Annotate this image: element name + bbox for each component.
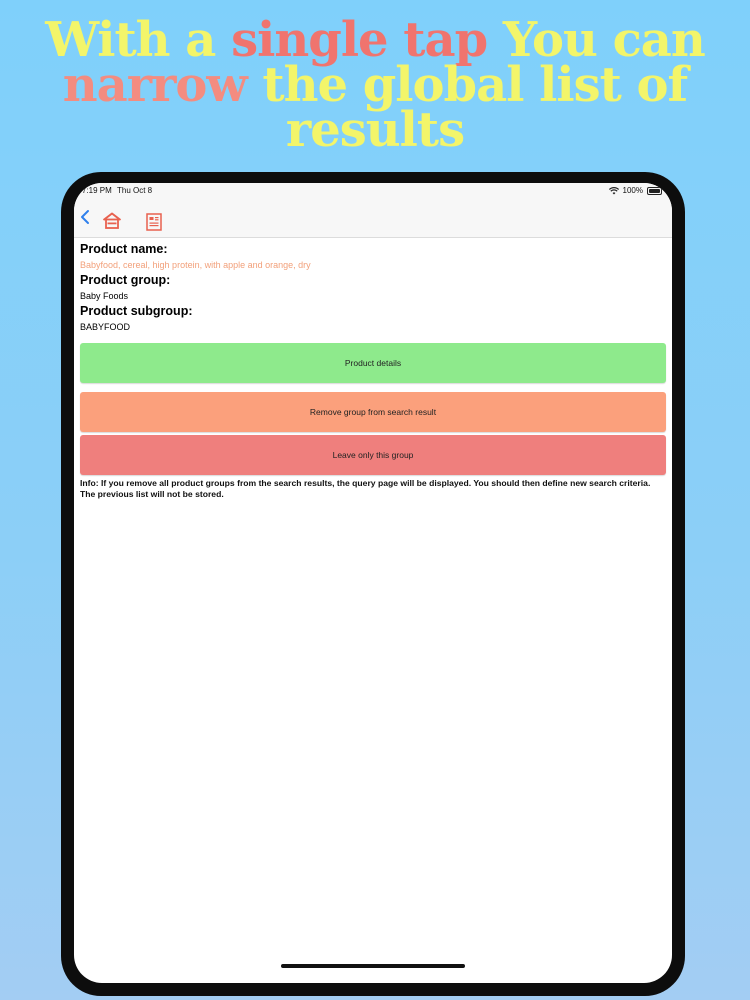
product-group-value: Baby Foods bbox=[80, 291, 129, 301]
product-detail-content: Product name: Babyfood, cereal, high pro… bbox=[80, 241, 668, 500]
product-subgroup-value: BABYFOOD bbox=[80, 322, 131, 332]
product-details-button[interactable]: Product details bbox=[80, 343, 666, 383]
headline-line-3: results bbox=[285, 102, 465, 158]
promo-headline: With a single tap You can narrow the glo… bbox=[0, 16, 750, 158]
home-icon bbox=[102, 212, 122, 229]
info-text: Info: If you remove all product groups f… bbox=[80, 478, 651, 499]
leave-only-group-button[interactable]: Leave only this group bbox=[80, 435, 666, 475]
battery-percent: 100% bbox=[622, 186, 643, 195]
wifi-icon bbox=[608, 186, 619, 194]
headline-highlight: narrow bbox=[62, 57, 248, 113]
status-right: 100% bbox=[608, 186, 662, 195]
product-subgroup-label: Product subgroup: bbox=[80, 304, 193, 318]
status-date: Thu Oct 8 bbox=[117, 186, 153, 195]
app-screen: 7:19 PM Thu Oct 8 100% Product name: Bab… bbox=[74, 183, 672, 983]
product-name-value: Babyfood, cereal, high protein, with app… bbox=[80, 260, 311, 270]
chevron-left-icon bbox=[81, 210, 89, 224]
product-name-label: Product name: bbox=[80, 242, 168, 256]
remove-group-button[interactable]: Remove group from search result bbox=[80, 392, 666, 432]
document-list-icon bbox=[146, 213, 162, 231]
nav-bar bbox=[74, 203, 672, 238]
back-button[interactable] bbox=[80, 209, 90, 229]
home-button[interactable] bbox=[102, 212, 122, 234]
status-time: 7:19 PM bbox=[82, 186, 112, 195]
battery-icon bbox=[647, 186, 662, 195]
home-indicator[interactable] bbox=[281, 964, 465, 968]
list-button[interactable] bbox=[146, 213, 162, 236]
status-bar: 7:19 PM Thu Oct 8 100% bbox=[74, 183, 672, 203]
product-group-label: Product group: bbox=[80, 273, 171, 287]
tablet-frame: 7:19 PM Thu Oct 8 100% Product name: Bab… bbox=[61, 172, 685, 996]
